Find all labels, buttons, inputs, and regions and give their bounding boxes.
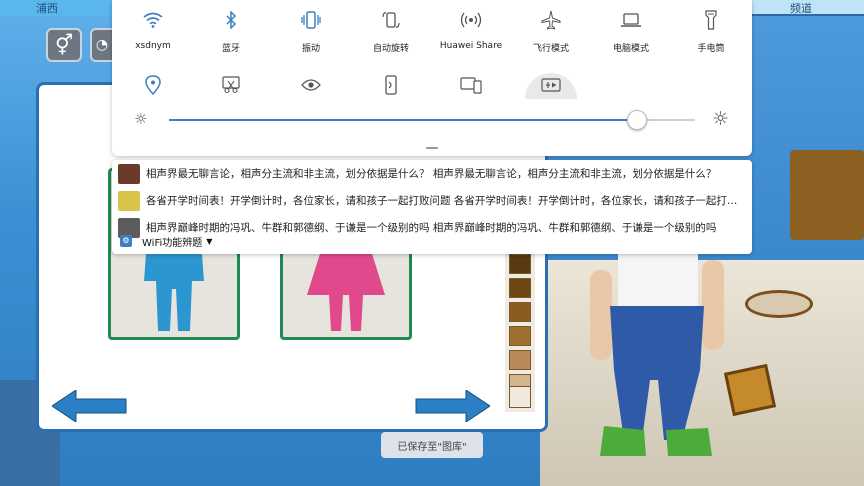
tile-screen-record[interactable] xyxy=(512,73,590,99)
tile-pc-mode-label: 电脑模式 xyxy=(612,44,649,54)
paint-mode-button[interactable]: ◔ xyxy=(90,28,112,62)
wifi-icon xyxy=(141,8,165,32)
color-swatch[interactable] xyxy=(509,254,531,274)
tile-vibrate-label: 振动 xyxy=(301,44,320,54)
tile-flashlight-label: 手电筒 xyxy=(697,44,725,54)
panel-drag-handle[interactable] xyxy=(426,147,438,149)
color-swatch[interactable] xyxy=(509,350,531,370)
laptop-icon xyxy=(619,8,643,32)
topbar-left-label: 浦西 xyxy=(36,2,58,15)
gear-icon: ⚙ xyxy=(120,235,132,247)
tile-pc-mode[interactable]: 电脑模式 xyxy=(592,8,670,54)
arrow-right-icon[interactable] xyxy=(412,390,490,422)
arrow-block xyxy=(723,363,777,417)
notification-thumbnail xyxy=(118,163,140,184)
tile-multi-screen[interactable] xyxy=(432,73,510,97)
gender-mode-button[interactable]: ⚥ xyxy=(46,28,82,62)
notification-text: 各省开学时间表！开学倒计时，各位家长，请和孩子一起打败问题 各省开学时间表！开学… xyxy=(146,195,744,207)
tile-eye-comfort[interactable] xyxy=(272,73,350,97)
chevron-down-icon: ▼ xyxy=(206,236,213,246)
wifi-notification-peek[interactable]: ⚙ WiFi功能辨题 ▼ xyxy=(120,233,212,249)
notification-item[interactable]: 各省开学时间表！开学倒计时，各位家长，请和孩子一起打败问题 各省开学时间表！开学… xyxy=(112,187,752,214)
arrow-left-icon[interactable] xyxy=(52,390,130,422)
brightness-low-icon: ☼ xyxy=(134,110,148,128)
tile-vibrate[interactable]: 振动 xyxy=(272,8,350,54)
tile-nfc[interactable] xyxy=(352,73,430,97)
multi-screen-icon xyxy=(459,73,483,97)
notification-thumbnail xyxy=(118,190,140,211)
gender-icon: ⚥ xyxy=(54,33,74,57)
plate xyxy=(745,290,813,318)
tile-airplane[interactable]: 飞行模式 xyxy=(512,8,590,54)
topbar-right-label: 频道 xyxy=(790,2,812,15)
tile-bluetooth[interactable]: 蓝牙 xyxy=(192,8,270,54)
screenshot-icon xyxy=(219,73,243,97)
tile-location[interactable] xyxy=(114,73,192,97)
color-swatch[interactable] xyxy=(509,326,531,346)
color-swatch[interactable] xyxy=(509,278,531,298)
nfc-icon xyxy=(379,73,403,97)
flashlight-icon xyxy=(699,8,723,32)
location-icon xyxy=(141,73,165,97)
tile-huawei-share[interactable]: Huawei Share xyxy=(432,8,510,51)
vibrate-icon xyxy=(299,8,323,32)
screen-record-icon xyxy=(539,73,563,97)
brightness-thumb[interactable] xyxy=(627,110,648,130)
color-swatch[interactable] xyxy=(509,386,531,408)
paint-icon: ◔ xyxy=(95,37,109,53)
tile-wifi-label: xsdnym xyxy=(135,41,171,51)
tile-huawei-share-label: Huawei Share xyxy=(439,41,503,51)
side-table xyxy=(790,150,864,240)
brightness-high-icon: ☼ xyxy=(712,108,730,130)
quick-settings-panel: xsdnym 蓝牙 振动 自动旋转 Huawei Share 飞行模式 电脑模式… xyxy=(112,0,752,156)
color-swatch[interactable] xyxy=(509,302,531,322)
tile-wifi[interactable]: xsdnym xyxy=(114,8,192,51)
toast-text: 已保存至"图库" xyxy=(397,441,467,453)
airplane-icon xyxy=(539,8,563,32)
color-palette xyxy=(505,252,535,412)
tile-flashlight[interactable]: 手电筒 xyxy=(672,8,750,54)
tile-auto-rotate[interactable]: 自动旋转 xyxy=(352,8,430,54)
eye-comfort-icon xyxy=(299,73,323,97)
notification-item[interactable]: 相声界最无聊言论，相声分主流和非主流，划分依据是什么？ 相声界最无聊言论，相声分… xyxy=(112,160,752,187)
tile-screenshot[interactable] xyxy=(192,73,270,97)
saved-toast: 已保存至"图库" xyxy=(381,432,483,458)
brightness-fill xyxy=(169,119,638,121)
brightness-slider[interactable] xyxy=(169,119,695,121)
game-topbar-right[interactable]: 频道 xyxy=(750,0,864,16)
huawei-share-icon xyxy=(459,8,483,32)
tile-bluetooth-label: 蓝牙 xyxy=(221,44,240,54)
bluetooth-icon xyxy=(219,8,243,32)
tile-auto-rotate-label: 自动旋转 xyxy=(372,44,409,54)
tile-airplane-label: 飞行模式 xyxy=(532,44,569,54)
wifi-peek-text: WiFi功能辨题 xyxy=(142,237,203,249)
notification-text: 相声界巅峰时期的冯巩、牛群和郭德纲、于谦是一个级别的吗 相声界巅峰时期的冯巩、牛… xyxy=(146,222,717,234)
notification-text: 相声界最无聊言论，相声分主流和非主流，划分依据是什么？ 相声界最无聊言论，相声分… xyxy=(146,168,717,180)
auto-rotate-icon xyxy=(379,8,403,32)
kid-character xyxy=(590,250,724,456)
